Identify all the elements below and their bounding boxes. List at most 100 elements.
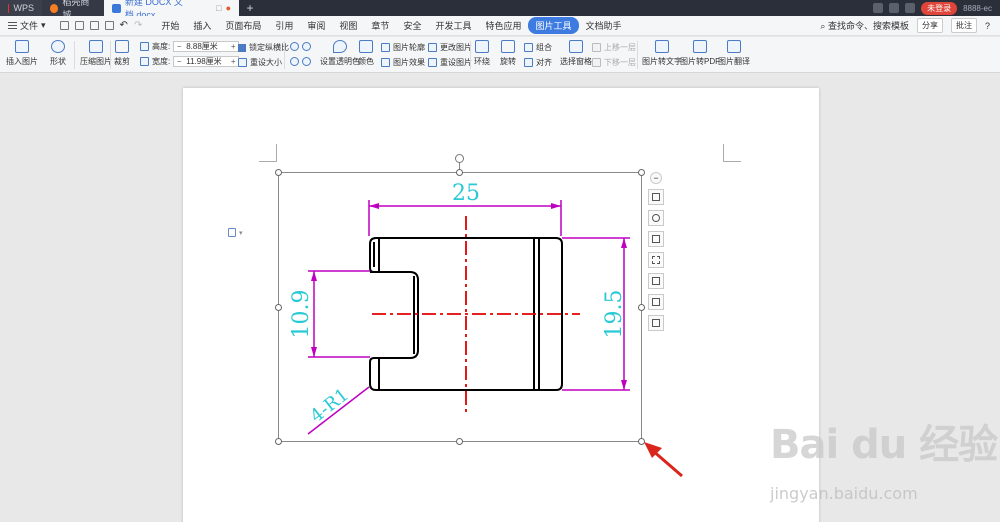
zoom-button[interactable]	[648, 210, 664, 226]
menu-item[interactable]: 特色应用	[478, 17, 528, 34]
increment-button[interactable]: +	[228, 42, 238, 51]
picture-effect-button[interactable]: 图片效果	[381, 57, 425, 68]
picture-to-pdf-button[interactable]: 图片转PDF	[680, 40, 720, 67]
menu-item[interactable]: 审阅	[300, 17, 332, 34]
height-label: 高度:	[152, 42, 171, 51]
login-badge[interactable]: 未登录	[921, 1, 958, 15]
skin-icon[interactable]	[873, 3, 884, 13]
set-transparent-button[interactable]: 设置透明色	[320, 40, 360, 67]
menu-item[interactable]: 视图	[332, 17, 364, 34]
file-menu[interactable]: 文件 ▾	[0, 19, 54, 32]
close-icon[interactable]: ●	[226, 3, 231, 13]
change-picture-float-button[interactable]	[648, 294, 664, 310]
contrast-decrease-icon	[302, 42, 311, 51]
bring-forward-icon	[592, 43, 601, 52]
resize-handle-l[interactable]	[275, 304, 282, 311]
contrast-decrease-button[interactable]	[302, 42, 311, 51]
new-tab-button[interactable]: +	[239, 0, 261, 16]
tab-document[interactable]: 新建 DOCX 文档.docx □ ●	[104, 0, 239, 20]
extract-text-button[interactable]	[648, 252, 664, 268]
export-pdf-icon[interactable]	[74, 21, 84, 30]
share-button[interactable]: 分享	[916, 18, 943, 33]
picture-translate-button[interactable]: 图片翻译	[718, 40, 750, 67]
height-spinner[interactable]: − 8.88厘米 +	[173, 41, 240, 52]
collapse-button[interactable]: −	[650, 172, 662, 184]
crop-icon	[652, 235, 660, 243]
feedback-icon[interactable]	[905, 3, 916, 13]
increment-button[interactable]: +	[228, 57, 238, 66]
color-button[interactable]: 颜色	[358, 40, 374, 67]
crop-button[interactable]: 裁剪	[114, 40, 130, 67]
help-button[interactable]: ?	[985, 21, 990, 31]
resize-handle-bl[interactable]	[275, 438, 282, 445]
resize-handle-r[interactable]	[638, 304, 645, 311]
width-spinner[interactable]: − 11.98厘米 +	[173, 56, 240, 67]
decrement-button[interactable]: −	[174, 42, 184, 51]
brightness-decrease-icon	[302, 57, 311, 66]
search-command[interactable]: ⌕ 查找命令、搜索模板	[820, 19, 909, 32]
tab-docer-mall[interactable]: 稻壳商城	[42, 0, 104, 20]
divider	[284, 41, 285, 69]
menu-item[interactable]: 图片工具	[528, 17, 579, 34]
layout-options-button[interactable]	[648, 189, 664, 205]
picture-to-text-button[interactable]: 图片转文字	[642, 40, 682, 67]
picture-to-text-icon	[655, 40, 669, 53]
resize-handle-t[interactable]	[456, 169, 463, 176]
wrap-button[interactable]: 环绕	[474, 40, 490, 67]
crop-float-button[interactable]	[648, 231, 664, 247]
change-picture-button[interactable]: 更改图片	[428, 42, 472, 53]
select-pane-icon	[569, 40, 583, 53]
contrast-increase-button[interactable]	[290, 42, 299, 51]
menu-item[interactable]: 文档助手	[579, 17, 629, 34]
reset-picture-button[interactable]: 重设图片	[428, 57, 472, 68]
shape-label: 形状	[50, 57, 66, 66]
user-label[interactable]: 8888-ec	[963, 4, 992, 13]
menu-item[interactable]: 开发工具	[428, 17, 478, 34]
picture-outline-button[interactable]: 图片轮廓	[381, 42, 425, 53]
height-value[interactable]: 8.88厘米	[184, 41, 228, 52]
compress-picture-button[interactable]: 压缩图片	[80, 40, 112, 67]
menu-item[interactable]: 引用	[268, 17, 300, 34]
pin-icon[interactable]: □	[216, 3, 221, 13]
group-button[interactable]: 组合	[524, 42, 552, 53]
lock-ratio-checkbox[interactable]: 锁定纵横比	[238, 42, 289, 53]
undo-icon[interactable]: ↶	[120, 20, 128, 31]
insert-picture-button[interactable]: 插入图片	[6, 40, 38, 67]
decrement-button[interactable]: −	[174, 57, 184, 66]
shape-button[interactable]: 形状	[50, 40, 66, 67]
send-backward-button[interactable]: 下移一层	[592, 57, 636, 68]
menu-item[interactable]: 页面布局	[218, 17, 268, 34]
resize-handle-b[interactable]	[456, 438, 463, 445]
brightness-decrease-button[interactable]	[302, 57, 311, 66]
align-button[interactable]: 对齐	[524, 57, 552, 68]
rotate-handle[interactable]	[455, 154, 464, 163]
comment-button[interactable]: 批注	[950, 18, 977, 33]
resize-handle-tr[interactable]	[638, 169, 645, 176]
menu-item[interactable]: 安全	[396, 17, 428, 34]
paragraph-layout-icon[interactable]	[228, 228, 236, 237]
more-options-button[interactable]	[648, 315, 664, 331]
print-icon[interactable]	[89, 21, 99, 30]
tab-wps[interactable]: WPS	[0, 0, 42, 16]
select-pane-button[interactable]: 选择窗格	[560, 40, 592, 67]
resize-handle-tl[interactable]	[275, 169, 282, 176]
print-preview-icon[interactable]	[104, 21, 114, 30]
redo-icon[interactable]: ↷	[134, 20, 142, 31]
compress-icon	[89, 40, 103, 53]
bring-forward-button[interactable]: 上移一层	[592, 42, 636, 53]
effect-icon	[652, 277, 660, 285]
width-value[interactable]: 11.98厘米	[184, 56, 228, 67]
menu-item[interactable]: 章节	[364, 17, 396, 34]
file-label: 文件	[20, 21, 39, 31]
rotate-button[interactable]: 旋转	[500, 40, 516, 67]
save-icon[interactable]	[59, 21, 69, 30]
settings-icon[interactable]	[889, 3, 900, 13]
annotation-arrow	[644, 442, 683, 478]
menu-item[interactable]: 开始	[154, 17, 186, 34]
menu-item[interactable]: 插入	[186, 17, 218, 34]
reset-size-button[interactable]: 重设大小	[238, 57, 282, 68]
brightness-increase-button[interactable]	[290, 57, 299, 66]
watermark: Bai du 经验	[770, 412, 998, 470]
chevron-down-icon: ▾	[239, 230, 243, 237]
picture-effect-float-button[interactable]	[648, 273, 664, 289]
